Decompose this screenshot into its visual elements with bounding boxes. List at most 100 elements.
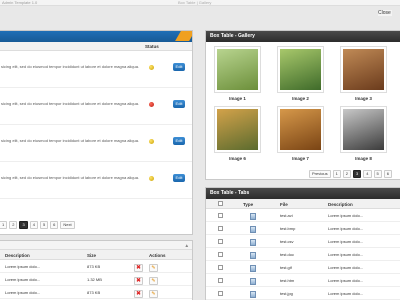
gallery-image-label: Image 7 xyxy=(292,156,309,161)
gallery-thumbnail[interactable] xyxy=(214,46,261,93)
status-table-pager: 1 2 3 4 5 6 Next xyxy=(0,220,75,230)
pager-item[interactable]: Next xyxy=(60,221,75,229)
pager-item[interactable]: 6 xyxy=(383,170,392,178)
gallery-image xyxy=(217,109,258,150)
corner-ribbon xyxy=(175,31,192,41)
gallery-title: Box Table - Gallery xyxy=(210,33,255,39)
tabs-title: Box Table - Tabs xyxy=(210,190,250,196)
edit-icon[interactable]: ✎ xyxy=(149,264,158,272)
row-checkbox[interactable] xyxy=(218,291,223,296)
row-action-button[interactable]: Edit xyxy=(173,63,185,71)
file-description: Lorem ipsum dolo... xyxy=(328,226,364,231)
pager-item[interactable]: 3 xyxy=(19,221,28,229)
table-row: sicing elit, sed do eiusmod tempor incid… xyxy=(0,162,192,199)
gallery-image-label: Image 2 xyxy=(292,96,309,101)
gallery-image xyxy=(280,109,321,150)
status-column-header: Status xyxy=(0,42,192,51)
file-name: test.htm xyxy=(280,278,295,283)
status-table-panel: Status sicing elit, sed do eiusmod tempo… xyxy=(0,30,193,235)
pager-item[interactable]: 2 xyxy=(342,170,352,178)
gallery-thumbnail[interactable] xyxy=(277,106,324,153)
size-header: Size xyxy=(87,253,97,258)
table-row: sicing elit, sed do eiusmod tempor incid… xyxy=(0,88,192,125)
delete-icon[interactable]: ✖ xyxy=(134,277,143,285)
file-icon xyxy=(250,252,256,259)
pager-item[interactable]: 2 xyxy=(9,221,18,229)
status-dot-icon xyxy=(149,139,154,144)
actions-header: Actions xyxy=(149,253,166,258)
gallery-pager: Previous 1 2 3 4 5 6 xyxy=(309,169,392,179)
row-checkbox[interactable] xyxy=(218,278,223,283)
row-action-button[interactable]: Edit xyxy=(173,174,185,182)
gallery-image xyxy=(217,49,258,90)
status-dot-icon xyxy=(149,176,154,181)
edit-icon[interactable]: ✎ xyxy=(149,290,158,298)
pager-item[interactable]: 5 xyxy=(373,170,382,178)
files-size-table-header: Description Size Actions xyxy=(0,250,192,260)
gallery-thumbnail[interactable] xyxy=(214,106,261,153)
pager-item[interactable]: Previous xyxy=(309,170,331,178)
file-name: test.jpg xyxy=(280,291,293,296)
file-icon xyxy=(250,265,256,272)
file-description: Lorem ipsum dolo... xyxy=(328,213,364,218)
table-row: test.csv Lorem ipsum dolo... xyxy=(206,235,400,248)
file-description: Lorem ipsum dolo... xyxy=(328,265,364,270)
file-header: File xyxy=(280,202,288,207)
close-button[interactable]: Close xyxy=(378,10,392,16)
gallery-image xyxy=(280,49,321,90)
row-action-button[interactable]: Edit xyxy=(173,100,185,108)
description-header: Description xyxy=(5,253,30,258)
file-name: test.doc xyxy=(280,252,295,257)
gallery-image xyxy=(343,49,384,90)
row-checkbox[interactable] xyxy=(218,213,223,218)
file-icon xyxy=(250,291,256,298)
pager-item[interactable]: 4 xyxy=(363,170,372,178)
table-row: test.avi Lorem ipsum dolo... xyxy=(206,209,400,222)
row-description: Lorem ipsum dolo... xyxy=(5,277,41,282)
row-checkbox[interactable] xyxy=(218,226,223,231)
table-row: test.bmp Lorem ipsum dolo... xyxy=(206,222,400,235)
gallery-image-label: Image 1 xyxy=(229,96,246,101)
file-name: test.bmp xyxy=(280,226,296,231)
pager-item[interactable]: 6 xyxy=(50,221,59,229)
row-text: sicing elit, sed do eiusmod tempor incid… xyxy=(1,175,140,180)
window-center-title: Box Table | Gallery xyxy=(178,0,212,5)
gallery-image xyxy=(343,109,384,150)
table-row: Lorem ipsum dolo... 873 KB ✖ ✎ xyxy=(0,260,192,273)
tabs-panel-header: Box Table - Tabs xyxy=(206,188,400,199)
tab-description-header: Description xyxy=(328,202,353,207)
gallery-thumbnail[interactable] xyxy=(277,46,324,93)
gallery-thumbnail[interactable] xyxy=(340,106,387,153)
delete-icon[interactable]: ✖ xyxy=(134,290,143,298)
pager-item[interactable]: 1 xyxy=(332,170,341,178)
tabs-panel: Box Table - Tabs Type File Description t… xyxy=(205,187,400,300)
type-header: Type xyxy=(243,202,254,207)
file-name: test.csv xyxy=(280,239,294,244)
gallery-image-label: Image 3 xyxy=(355,96,372,101)
gallery-panel-header: Box Table - Gallery xyxy=(206,31,400,42)
row-action-button[interactable]: Edit xyxy=(173,137,185,145)
table-row: test.gif Lorem ipsum dolo... xyxy=(206,261,400,274)
file-name: test.avi xyxy=(280,213,293,218)
file-icon xyxy=(250,278,256,285)
file-description: Lorem ipsum dolo... xyxy=(328,291,364,296)
table-row: sicing elit, sed do eiusmod tempor incid… xyxy=(0,51,192,88)
gallery-thumbnail[interactable] xyxy=(340,46,387,93)
window-title: Admin Template 1.0 xyxy=(2,0,38,5)
status-table-header xyxy=(0,31,192,42)
select-all-checkbox[interactable] xyxy=(218,201,223,206)
edit-icon[interactable]: ✎ xyxy=(149,277,158,285)
pager-item[interactable]: 3 xyxy=(353,170,362,178)
file-description: Lorem ipsum dolo... xyxy=(328,278,364,283)
table-row: sicing elit, sed do eiusmod tempor incid… xyxy=(0,125,192,162)
row-text: sicing elit, sed do eiusmod tempor incid… xyxy=(1,138,140,143)
table-row: Lorem ipsum dolo... 1.32 MB ✖ ✎ xyxy=(0,273,192,286)
row-checkbox[interactable] xyxy=(218,252,223,257)
row-checkbox[interactable] xyxy=(218,239,223,244)
row-size: 1.32 MB xyxy=(87,277,102,282)
row-checkbox[interactable] xyxy=(218,265,223,270)
pager-item[interactable]: 1 xyxy=(0,221,8,229)
pager-item[interactable]: 4 xyxy=(29,221,38,229)
delete-icon[interactable]: ✖ xyxy=(134,264,143,272)
pager-item[interactable]: 5 xyxy=(39,221,49,229)
